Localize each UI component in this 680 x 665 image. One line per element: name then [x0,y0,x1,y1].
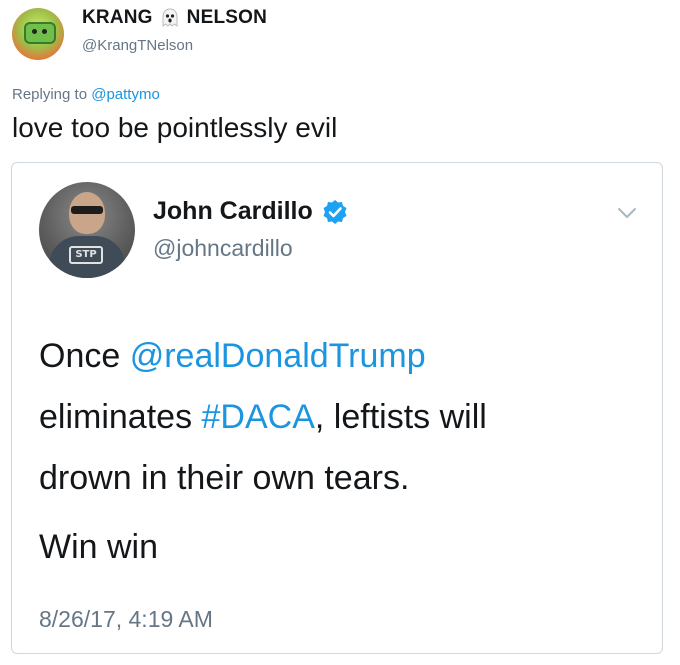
quoted-tweet-card[interactable]: STP John Cardillo @johncardillo Once @re… [11,162,663,654]
tweet-timestamp[interactable]: 8/26/17, 4:19 AM [39,606,213,633]
outer-tweet-text: love too be pointlessly evil [12,112,338,143]
tweet-second-paragraph: Win win [39,528,159,566]
hashtag-link[interactable]: #DACA [202,398,315,436]
reply-context: Replying to @pattymo [12,86,160,103]
text-once: Once [39,337,130,375]
inner-avatar[interactable]: STP [39,182,135,278]
text-line2-suffix: , leftists will [314,398,487,436]
mention-link[interactable]: @realDonaldTrump [130,337,426,375]
outer-avatar[interactable] [12,8,64,60]
inner-name-row[interactable]: John Cardillo [153,197,348,226]
avatar-eye-right [42,29,47,34]
verified-badge-icon [323,199,347,224]
inner-display-name[interactable]: John Cardillo [153,197,313,226]
reply-prefix: Replying to [12,86,88,103]
outer-display-name-part2[interactable]: NELSON [187,7,267,29]
inner-handle[interactable]: @johncardillo [153,235,293,262]
outer-display-name-part1[interactable]: KRANG [82,7,153,29]
avatar-eye-left [32,29,37,34]
tweet-line-2: eliminates #DACA, leftists will [39,387,639,448]
outer-handle[interactable]: @KrangTNelson [82,37,193,54]
tweet-line-3: drown in their own tears. [39,459,410,497]
tweet-line-1: Once @realDonaldTrump [39,326,639,387]
avatar-shirt-logo: STP [69,246,103,264]
ghost-emoji-icon [162,8,178,28]
chevron-down-icon[interactable] [617,206,637,220]
text-line2-prefix: eliminates [39,398,202,436]
reply-handle-link[interactable]: @pattymo [91,86,160,103]
quoted-tweet-text: Once @realDonaldTrump eliminates #DACA, … [39,326,639,509]
avatar-glasses [71,206,103,214]
outer-name-row[interactable]: KRANG NELSON [82,7,267,29]
avatar-face [24,22,56,44]
